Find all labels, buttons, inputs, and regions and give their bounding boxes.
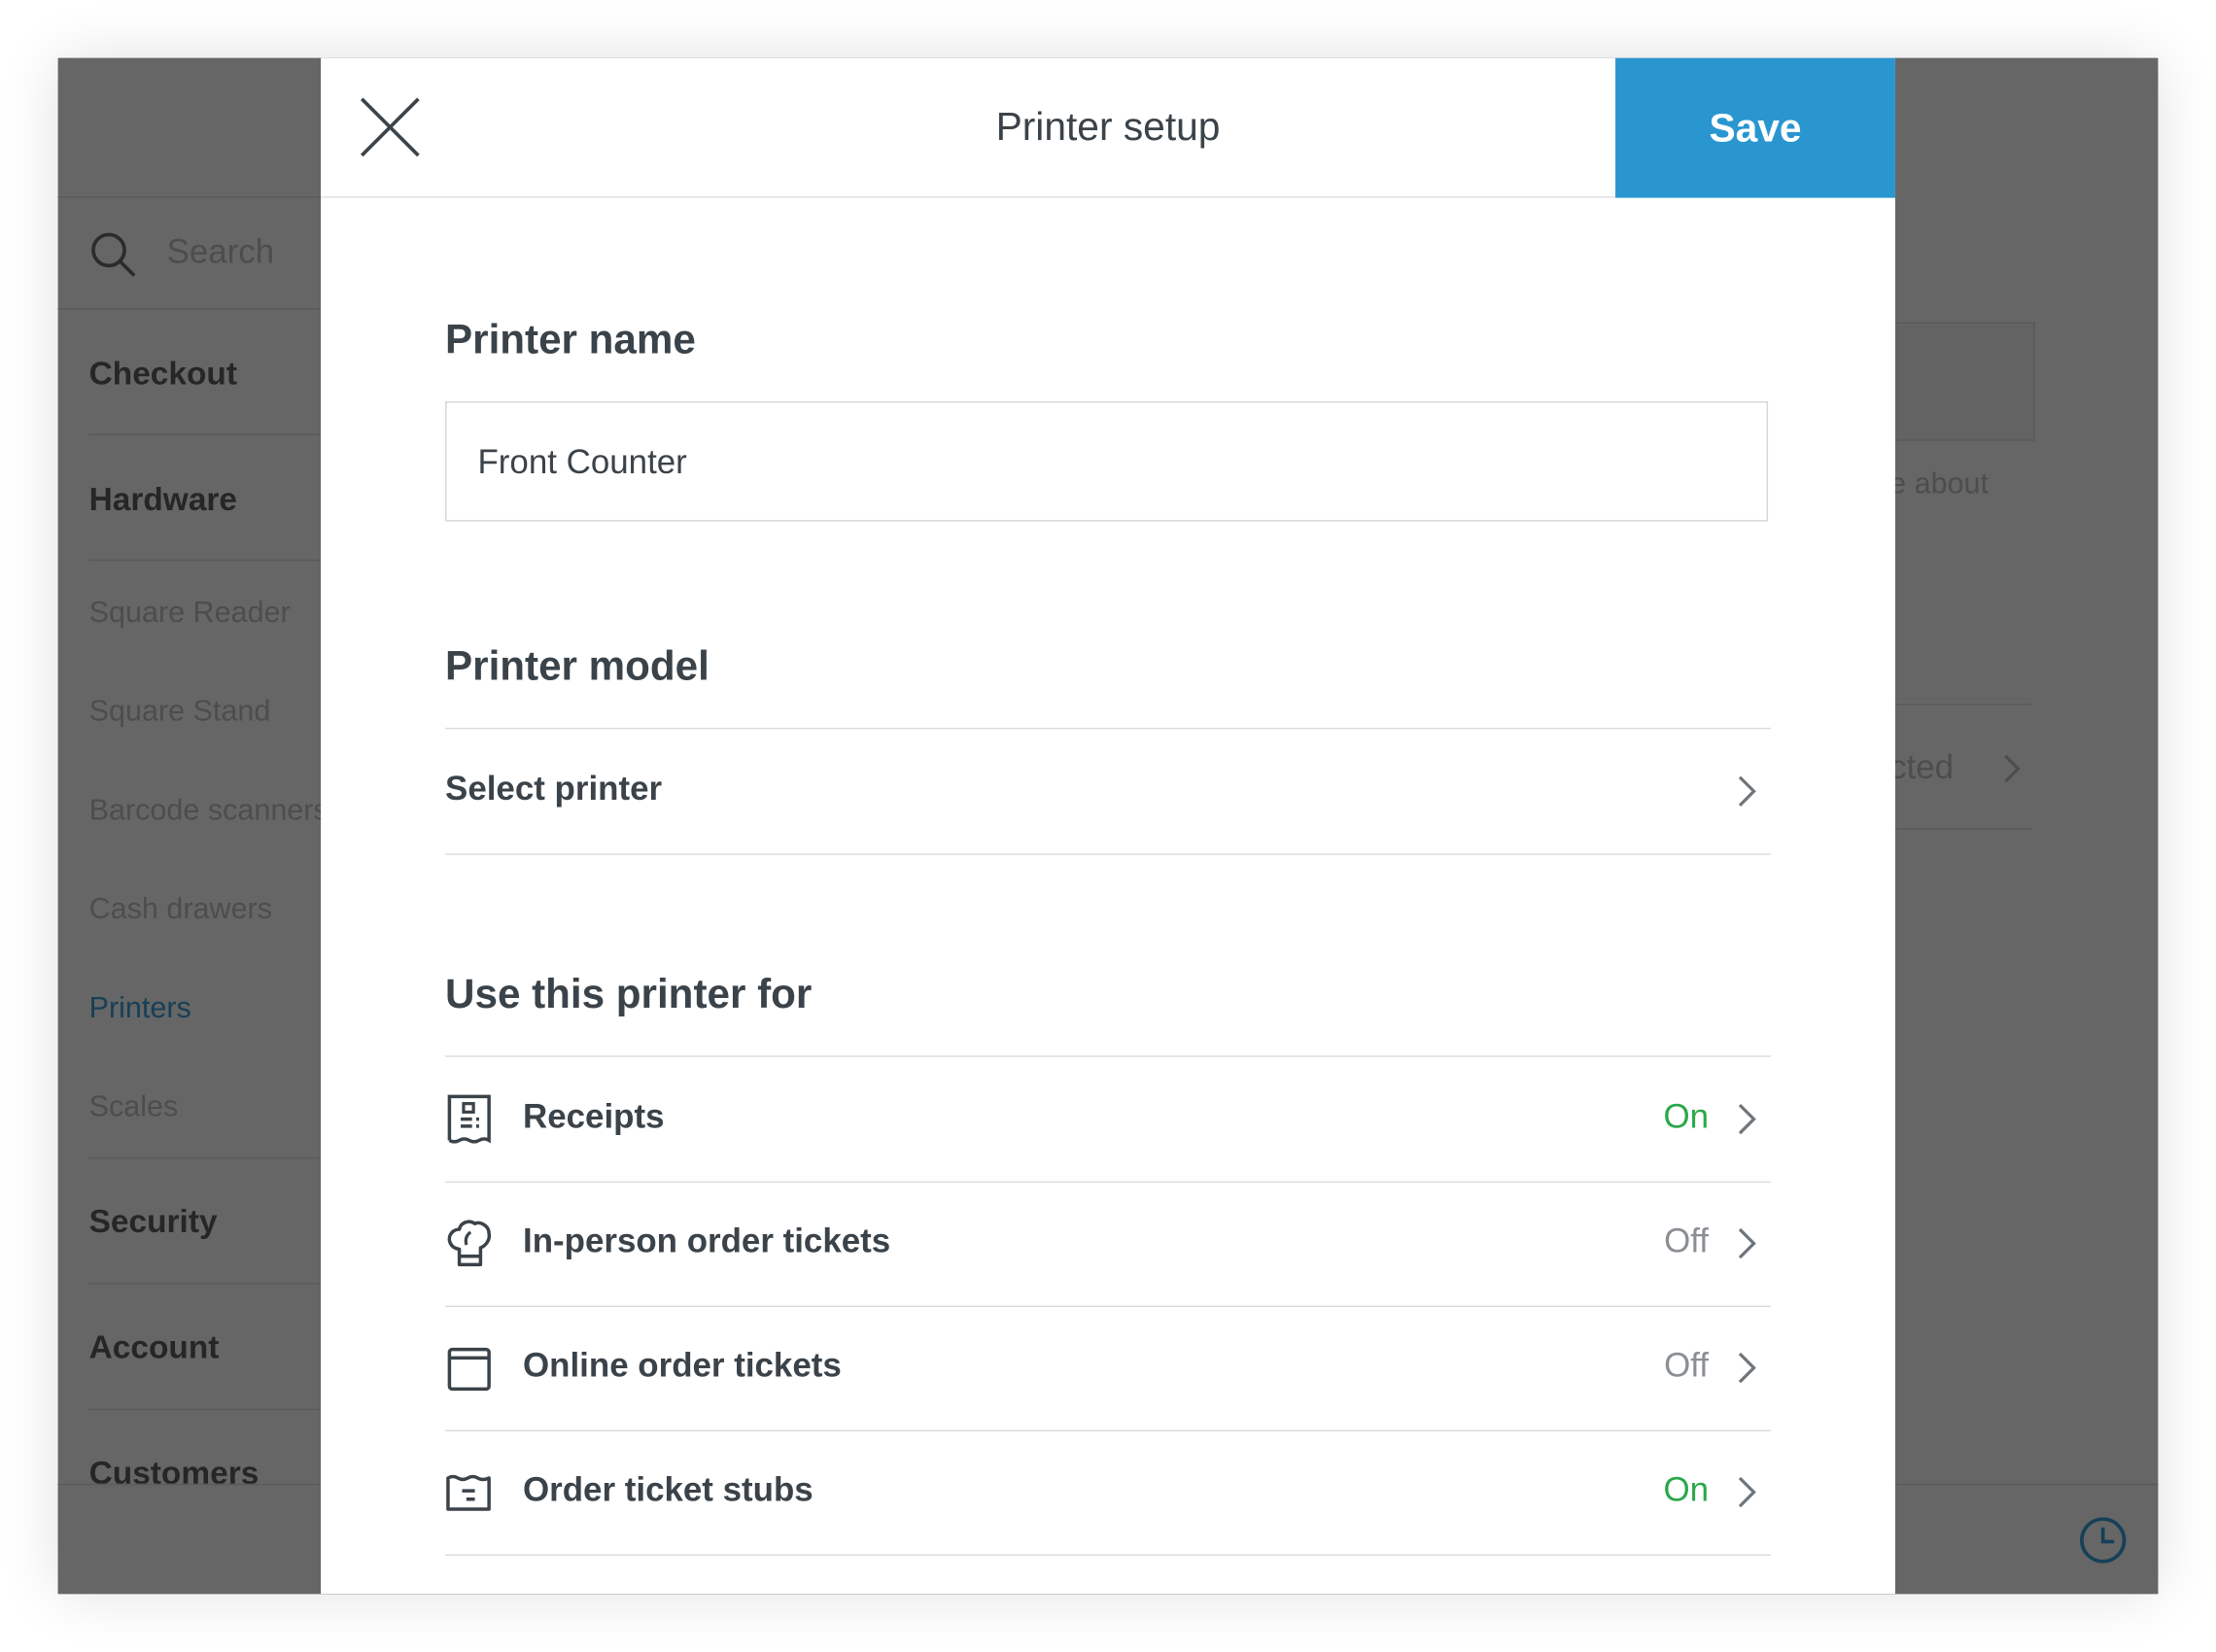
divider (88, 433, 322, 435)
chef-hat-icon (447, 1220, 492, 1267)
row-label: Receipts (523, 1097, 665, 1137)
sidebar-item-cash-drawers[interactable]: Cash drawers (89, 893, 272, 927)
use-for-row-receipts[interactable]: Receipts On (445, 1055, 1771, 1184)
browser-window-icon (447, 1347, 491, 1392)
chevron-right-icon (1738, 1103, 1756, 1135)
divider (88, 559, 322, 562)
select-printer-row[interactable]: Select printer (445, 727, 1771, 855)
printer-model-heading: Printer model (445, 644, 710, 690)
save-button[interactable]: Save (1615, 57, 1895, 198)
status-off: Off (1664, 1222, 1710, 1261)
search-input[interactable]: Search (167, 233, 275, 273)
printer-setup-modal: Printer setup Save Printer name Front Co… (321, 57, 1895, 1595)
receipt-icon (447, 1094, 491, 1144)
row-label: Order ticket stubs (523, 1470, 814, 1509)
sidebar-item-security[interactable]: Security (89, 1202, 218, 1240)
use-for-row-in-person-tickets[interactable]: In-person order tickets Off (445, 1182, 1771, 1308)
select-printer-label: Select printer (445, 770, 663, 809)
chevron-right-icon (2004, 754, 2021, 783)
use-for-row-ticket-stubs[interactable]: Order ticket stubs On (445, 1430, 1771, 1556)
sidebar-item-square-reader[interactable]: Square Reader (89, 597, 291, 631)
sidebar-item-barcode-scanners[interactable]: Barcode scanners (89, 794, 329, 828)
status-on: On (1663, 1097, 1710, 1137)
modal-header: Printer setup Save (321, 57, 1895, 198)
chevron-right-icon (1738, 1352, 1756, 1384)
chevron-right-icon (1738, 1476, 1756, 1508)
chevron-right-icon (1738, 775, 1756, 807)
use-for-row-online-tickets[interactable]: Online order tickets Off (445, 1306, 1771, 1432)
sidebar-item-square-stand[interactable]: Square Stand (89, 695, 271, 729)
divider (88, 1156, 322, 1159)
sidebar-item-checkout[interactable]: Checkout (89, 355, 237, 393)
divider (88, 1408, 322, 1411)
search-icon (91, 232, 136, 277)
divider (88, 1283, 322, 1285)
sidebar-item-account[interactable]: Account (89, 1328, 220, 1366)
row-label: Online order tickets (523, 1346, 842, 1386)
sidebar-item-printers[interactable]: Printers (89, 992, 191, 1026)
status-off: Off (1664, 1346, 1710, 1386)
use-printer-for-heading: Use this printer for (445, 972, 813, 1017)
printer-name-heading: Printer name (445, 318, 696, 363)
background-row-text: cted (1889, 748, 1955, 787)
background-text: e about (1889, 467, 1990, 500)
device-screen: Search Checkout Hardware Square Reader S… (57, 57, 2159, 1595)
chevron-right-icon (1738, 1227, 1756, 1259)
sidebar-item-scales[interactable]: Scales (89, 1091, 179, 1125)
printer-name-input[interactable]: Front Counter (445, 400, 1769, 522)
clock-icon[interactable] (2079, 1516, 2127, 1564)
row-label: In-person order tickets (523, 1222, 891, 1261)
ticket-stub-icon (446, 1474, 491, 1511)
divider (57, 196, 322, 198)
divider (57, 307, 322, 310)
sidebar-item-hardware[interactable]: Hardware (89, 480, 237, 518)
status-on: On (1663, 1470, 1710, 1509)
